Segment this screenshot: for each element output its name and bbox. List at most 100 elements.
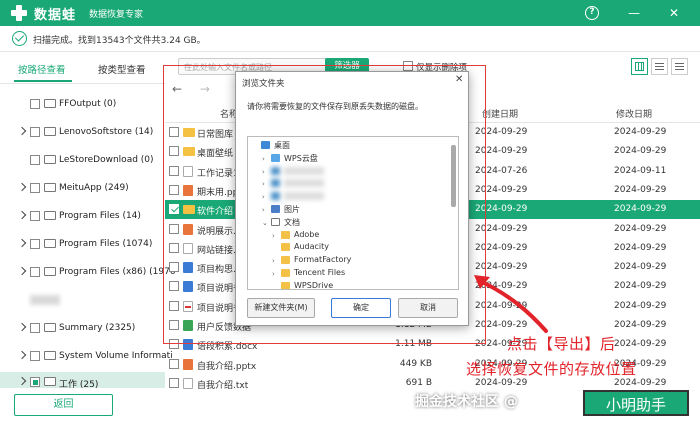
row-checkbox[interactable]	[169, 300, 179, 311]
deleted-only-checkbox[interactable]	[403, 61, 413, 71]
column-modified[interactable]: 修改日期	[616, 107, 652, 120]
dialog-scrollbar[interactable]	[451, 145, 456, 207]
annotation-line-2: 选择恢复文件的存放位置	[466, 360, 637, 378]
checkbox[interactable]	[30, 239, 40, 249]
checkbox[interactable]	[30, 155, 40, 165]
file-modified-date: 2024-09-29	[614, 281, 667, 292]
checkbox[interactable]	[30, 211, 40, 221]
detail-view-button[interactable]	[671, 58, 688, 75]
row-checkbox[interactable]	[169, 377, 179, 388]
file-created-date: 2024-09-29	[475, 262, 528, 273]
row-checkbox[interactable]	[169, 281, 179, 292]
minimize-button[interactable]: —	[625, 4, 643, 22]
folder-picker-label: Tencent Files	[294, 268, 346, 277]
folder-icon	[44, 211, 56, 220]
back-arrow-icon[interactable]: ←	[172, 82, 182, 96]
nav-arrows: ← →	[172, 82, 212, 98]
checkbox[interactable]	[30, 323, 40, 333]
expand-chevron-icon[interactable]: ›	[262, 193, 265, 201]
chevron-right-icon[interactable]	[17, 350, 27, 360]
file-modified-date: 2024-09-29	[614, 204, 667, 215]
row-checkbox[interactable]	[169, 339, 179, 350]
expand-chevron-icon[interactable]: ›	[262, 168, 265, 176]
chevron-right-icon[interactable]	[17, 322, 27, 332]
tree-item-label: Summary (2325)	[59, 323, 136, 333]
row-checkbox[interactable]	[169, 358, 179, 369]
blurred-label	[284, 166, 324, 175]
column-created[interactable]: 创建日期	[482, 107, 518, 120]
tree-item[interactable]: Program Files (x86) (1976	[0, 262, 176, 282]
tree-item[interactable]: Program Files (1074)	[0, 234, 165, 254]
expand-chevron-icon[interactable]: ›	[262, 180, 265, 188]
tree-item-selected[interactable]: 工作 (25)	[0, 372, 165, 390]
file-modified-date: 2024-09-29	[614, 262, 667, 273]
row-checkbox[interactable]	[169, 320, 179, 330]
new-folder-button[interactable]: 新建文件夹(M)	[247, 298, 315, 318]
expand-chevron-icon[interactable]: ›	[262, 206, 265, 214]
tree-item[interactable]: MeituApp (249)	[0, 178, 165, 198]
folder-icon	[44, 155, 56, 164]
grid-view-button[interactable]	[631, 58, 648, 75]
tree-item[interactable]: System Volume Informati	[0, 346, 173, 366]
tree-item[interactable]: LeStoreDownload (0)	[0, 150, 165, 170]
tree-item-label: MeituApp (249)	[59, 183, 129, 193]
file-size: 449 KB	[399, 358, 432, 369]
folder-picker-label: 桌面	[274, 141, 290, 150]
row-checkbox[interactable]	[169, 242, 179, 253]
browse-folder-dialog: 浏览文件夹 ✕ 请你将需要恢复的文件保存到原丢失数据的磁盘。 桌面 › WPS云盘 ›…	[235, 71, 469, 326]
export-button[interactable]: 小明助手	[583, 390, 689, 416]
file-name: 语段积累.docx	[197, 342, 258, 353]
check-circle-icon	[12, 31, 27, 46]
expand-chevron-icon[interactable]: ›	[262, 155, 265, 163]
checkbox[interactable]	[30, 351, 40, 361]
chevron-right-icon[interactable]	[17, 266, 27, 276]
tree-item[interactable]: FFOutput (0)	[0, 94, 165, 114]
tree-item-blurred[interactable]	[0, 290, 165, 310]
help-icon[interactable]: ?	[585, 6, 599, 20]
checkbox[interactable]	[30, 183, 40, 193]
expand-chevron-icon[interactable]: ›	[272, 257, 275, 265]
cloud-folder-icon	[271, 153, 280, 162]
chevron-right-icon[interactable]	[17, 376, 27, 386]
row-checkbox[interactable]	[169, 262, 179, 273]
cancel-button[interactable]: 取消	[398, 298, 458, 318]
folder-picker-tree: 桌面 › WPS云盘 › › › › 图片 ⌄ 文档 › Adobe Audacity › FormatFa…	[247, 136, 459, 290]
file-name: 软件介绍	[197, 207, 234, 218]
chevron-right-icon[interactable]	[17, 126, 27, 136]
expand-chevron-icon[interactable]: ⌄	[262, 219, 268, 227]
close-button[interactable]: ✕	[665, 4, 683, 22]
chevron-right-icon[interactable]	[17, 210, 27, 220]
chevron-right-icon[interactable]	[17, 182, 27, 192]
back-button[interactable]: 返回	[14, 394, 113, 416]
chevron-right-icon[interactable]	[17, 238, 27, 248]
row-checkbox[interactable]	[169, 223, 179, 234]
tree-item[interactable]: Program Files (14)	[0, 206, 165, 226]
checkbox[interactable]	[30, 267, 40, 277]
forward-arrow-icon[interactable]: →	[200, 82, 210, 96]
file-created-date: 2024-07-26	[475, 165, 528, 176]
checkbox-partial[interactable]	[30, 377, 40, 387]
tree-item[interactable]: Summary (2325)	[0, 318, 165, 338]
tab-by-path[interactable]: 按路径查看	[18, 62, 66, 76]
table-row[interactable]: 语段积累.docx 1.11 MB 2024-09-29 2024-09-29	[165, 335, 700, 354]
checkbox[interactable]	[30, 127, 40, 137]
expand-chevron-icon[interactable]: ›	[272, 270, 275, 278]
row-checkbox[interactable]	[169, 165, 179, 176]
checkbox[interactable]	[30, 99, 40, 109]
row-checkbox[interactable]	[169, 127, 179, 137]
grid-icon	[635, 62, 644, 71]
row-checkbox[interactable]	[169, 204, 179, 215]
expand-chevron-icon[interactable]: ›	[272, 232, 275, 240]
list-icon	[655, 63, 664, 65]
file-modified-date: 2024-09-29	[614, 127, 667, 137]
ok-button[interactable]: 确定	[331, 298, 391, 318]
row-checkbox[interactable]	[169, 146, 179, 157]
list-view-button[interactable]	[651, 58, 668, 75]
file-name: 日常图库	[197, 130, 234, 140]
file-name: 桌面壁纸	[197, 149, 234, 160]
row-checkbox[interactable]	[169, 184, 179, 195]
tab-by-type[interactable]: 按类型查看	[98, 62, 146, 76]
tree-item[interactable]: LenovoSoftstore (14)	[0, 122, 165, 142]
folder-picker-label: WPS云盘	[284, 153, 318, 163]
dialog-close-icon[interactable]: ✕	[455, 74, 463, 85]
